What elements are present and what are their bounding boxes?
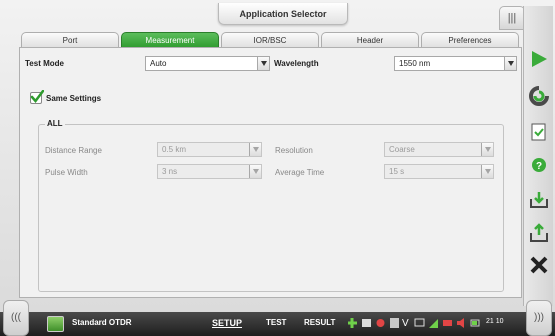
test-mode-label: Test Mode [25,59,64,68]
close-icon[interactable] [528,254,550,276]
laser-icon [376,319,385,327]
result-nav[interactable]: RESULT [304,318,335,327]
right-toolbar: ? [523,6,553,306]
average-time-label: Average Time [275,168,325,177]
chevron-down-icon [481,165,493,178]
bottom-status-bar: Standard OTDR SETUP TEST RESULT V 21 10 [0,312,555,336]
otdr-app-icon [47,316,64,332]
average-time-select[interactable]: 15 s [384,164,494,179]
tab-header[interactable]: Header [321,32,419,48]
battery-icon [470,319,480,327]
distance-range-select[interactable]: 0.5 km [157,142,262,157]
pulse-width-select[interactable]: 3 ns [157,164,262,179]
checkmark-icon [30,90,44,103]
module-icon [362,319,371,327]
chevron-down-icon [504,57,516,70]
report-icon[interactable] [528,121,550,143]
tab-preferences[interactable]: Preferences [421,32,519,48]
svg-text:?: ? [536,161,542,172]
resolution-value: Coarse [389,145,415,154]
same-settings-label: Same Settings [46,94,102,103]
play-icon[interactable] [528,48,550,70]
storage-icon [390,318,399,328]
test-nav[interactable]: TEST [266,318,286,327]
pulse-width-value: 3 ns [162,167,178,176]
pulse-width-label: Pulse Width [45,168,88,177]
refresh-icon[interactable] [528,85,550,107]
average-time-value: 15 s [389,167,405,176]
chevron-down-icon [249,165,261,178]
load-icon[interactable] [528,189,550,211]
signal-icon [429,319,438,328]
connection-icon [348,318,357,328]
panel-toggle-tab[interactable]: ||| [499,6,525,30]
chevron-down-icon [249,143,261,156]
distance-range-label: Distance Range [45,146,102,155]
save-icon[interactable] [528,222,550,244]
tab-port[interactable]: Port [21,32,119,48]
group-label-all: ALL [45,119,65,128]
wavelength-label: Wavelength [274,59,319,68]
next-page-button[interactable]: ))) [526,300,552,336]
test-mode-value: Auto [150,59,167,68]
chevron-down-icon [257,57,269,70]
wavelength-select[interactable]: 1550 nm [394,56,517,71]
help-icon[interactable]: ? [528,154,550,176]
tab-ior-bsc[interactable]: IOR/BSC [221,32,319,48]
test-mode-select[interactable]: Auto [145,56,270,71]
wavelength-value: 1550 nm [399,59,431,68]
distance-range-value: 0.5 km [162,145,187,154]
status-v: V [402,318,409,329]
setup-nav[interactable]: SETUP [212,318,242,328]
chevron-down-icon [481,143,493,156]
application-selector-button[interactable]: Application Selector [218,3,348,25]
resolution-select[interactable]: Coarse [384,142,494,157]
app-name: Standard OTDR [72,318,132,327]
clock-time: 21 10 [486,318,504,325]
previous-page-button[interactable]: ((( [3,300,29,336]
screen-icon [414,318,425,327]
same-settings-checkbox[interactable] [30,90,44,104]
tab-measurement[interactable]: Measurement [121,32,219,48]
speaker-icon [457,318,464,328]
resolution-label: Resolution [275,146,313,155]
network-icon [443,320,452,326]
